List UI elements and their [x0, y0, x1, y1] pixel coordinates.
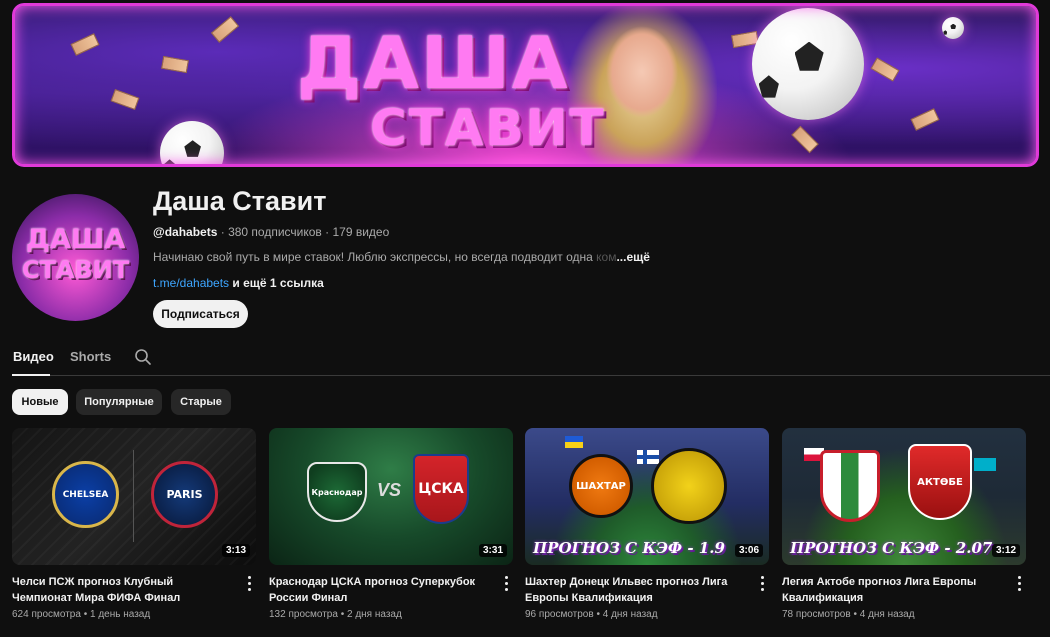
video-count: 179 видео	[332, 225, 390, 239]
video-meta: 96 просмотров • 4 дня назад	[525, 609, 769, 620]
more-actions-icon[interactable]	[499, 574, 513, 592]
upload-age: 4 дня назад	[859, 609, 915, 620]
avatar-text-line1: ДАША	[25, 224, 126, 255]
view-count: 624 просмотра	[12, 609, 81, 620]
shakhtar-crest-icon: ШАХТАР	[569, 454, 633, 518]
psg-crest-icon: PARIS	[151, 461, 218, 528]
subscribe-button[interactable]: Подписаться	[153, 300, 248, 328]
video-card[interactable]: CHELSEA PARIS 3:13 Челси ПСЖ прогноз Клу…	[12, 428, 256, 620]
video-title[interactable]: Шахтер Донецк Ильвес прогноз Лига Европы…	[525, 574, 749, 606]
meta-separator: •	[337, 609, 347, 620]
aktobe-crest-icon: АКТӨБЕ	[908, 444, 972, 520]
video-card[interactable]: ШАХТАР ПРОГНОЗ С КЭФ - 1.9 3:06 Шахтер Д…	[525, 428, 769, 620]
video-thumbnail[interactable]: Краснодар VS ЦСКА 3:31	[269, 428, 513, 565]
upload-age: 2 дня назад	[346, 609, 402, 620]
channel-avatar[interactable]: ДАША СТАВИТ	[12, 194, 139, 321]
thumbnail-divider	[133, 450, 134, 542]
ukraine-flag-icon	[565, 436, 583, 448]
meta-separator: ·	[217, 225, 229, 239]
video-thumbnail[interactable]: CHELSEA PARIS 3:13	[12, 428, 256, 565]
meta-separator: •	[850, 609, 860, 620]
tab-videos[interactable]: Видео	[13, 349, 54, 364]
video-duration: 3:13	[221, 544, 250, 557]
channel-tabs: Видео Shorts	[12, 339, 1050, 376]
forecast-overlay-text: ПРОГНОЗ С КЭФ - 2.07	[790, 539, 993, 557]
banner-title-line2: СТАВИТ	[370, 99, 606, 157]
description-text: Начинаю свой путь в мире ставок! Люблю э…	[153, 250, 597, 264]
more-actions-icon[interactable]	[755, 574, 769, 592]
money-bill-icon	[161, 55, 189, 74]
soccer-ball-icon	[942, 17, 964, 39]
view-count: 132 просмотра	[269, 609, 338, 620]
video-meta: 624 просмотра • 1 день назад	[12, 609, 256, 620]
money-bill-icon	[910, 108, 940, 131]
video-duration: 3:12	[991, 544, 1020, 557]
subscriber-count: 380 подписчиков	[228, 225, 322, 239]
money-bill-icon	[70, 33, 100, 56]
chip-newest[interactable]: Новые	[12, 389, 68, 415]
more-links-button[interactable]: и ещё 1 ссылка	[229, 276, 323, 290]
video-meta: 78 просмотров • 4 дня назад	[782, 609, 1026, 620]
legia-crest-icon	[820, 450, 880, 522]
description-more-link[interactable]: ...ещё	[616, 250, 649, 264]
money-bill-icon	[791, 125, 819, 154]
soccer-ball-icon	[160, 121, 224, 167]
video-card[interactable]: Краснодар VS ЦСКА 3:31 Краснодар ЦСКА пр…	[269, 428, 513, 620]
avatar-text-line2: СТАВИТ	[21, 256, 130, 284]
upload-age: 1 день назад	[89, 609, 151, 620]
chelsea-crest-icon: CHELSEA	[52, 461, 119, 528]
meta-separator: •	[80, 609, 90, 620]
video-title[interactable]: Челси ПСЖ прогноз Клубный Чемпионат Мира…	[12, 574, 236, 606]
channel-name: Даша Ставит	[153, 186, 327, 216]
video-meta: 132 просмотра • 2 дня назад	[269, 609, 513, 620]
video-title[interactable]: Легия Актобе прогноз Лига Европы Квалифи…	[782, 574, 1006, 606]
meta-separator: •	[593, 609, 603, 620]
cska-crest-icon: ЦСКА	[413, 454, 469, 524]
krasnodar-crest-icon: Краснодар	[307, 462, 367, 522]
description-faded-text: ком	[596, 250, 617, 264]
tab-shorts[interactable]: Shorts	[70, 349, 111, 364]
meta-separator: ·	[321, 225, 333, 239]
soccer-ball-icon	[752, 8, 864, 120]
view-count: 78 просмотров	[782, 609, 851, 620]
active-tab-indicator	[12, 374, 50, 376]
view-count: 96 просмотров	[525, 609, 594, 620]
channel-meta: @dahabets · 380 подписчиков · 179 видео	[153, 225, 389, 239]
video-duration: 3:06	[734, 544, 763, 557]
channel-description[interactable]: Начинаю свой путь в мире ставок! Люблю э…	[153, 250, 650, 264]
upload-age: 4 дня назад	[602, 609, 658, 620]
money-bill-icon	[870, 57, 900, 82]
money-bill-icon	[110, 88, 140, 111]
search-icon[interactable]	[134, 348, 152, 366]
more-actions-icon[interactable]	[1012, 574, 1026, 592]
versus-label: VS	[377, 480, 402, 500]
thumbnail-texture	[12, 428, 256, 565]
banner-title-line1: ДАША	[297, 21, 570, 105]
video-card[interactable]: АКТӨБЕ ПРОГНОЗ С КЭФ - 2.07 3:12 Легия А…	[782, 428, 1026, 620]
telegram-link[interactable]: t.me/dahabets	[153, 276, 229, 290]
more-actions-icon[interactable]	[242, 574, 256, 592]
video-thumbnail[interactable]: АКТӨБЕ ПРОГНОЗ С КЭФ - 2.07 3:12	[782, 428, 1026, 565]
video-thumbnail[interactable]: ШАХТАР ПРОГНОЗ С КЭФ - 1.9 3:06	[525, 428, 769, 565]
channel-handle: @dahabets	[153, 225, 218, 239]
channel-links: t.me/dahabets и ещё 1 ссылка	[153, 276, 324, 290]
forecast-overlay-text: ПРОГНОЗ С КЭФ - 1.9	[533, 539, 725, 557]
channel-banner: ДАША СТАВИТ	[12, 3, 1039, 167]
chip-popular[interactable]: Популярные	[76, 389, 162, 415]
ilves-crest-icon	[651, 448, 727, 524]
finland-flag-icon	[637, 450, 659, 464]
video-title[interactable]: Краснодар ЦСКА прогноз Суперкубок России…	[269, 574, 493, 606]
video-duration: 3:31	[478, 544, 507, 557]
kazakhstan-flag-icon	[974, 458, 996, 471]
chip-oldest[interactable]: Старые	[171, 389, 231, 415]
money-bill-icon	[210, 16, 240, 43]
